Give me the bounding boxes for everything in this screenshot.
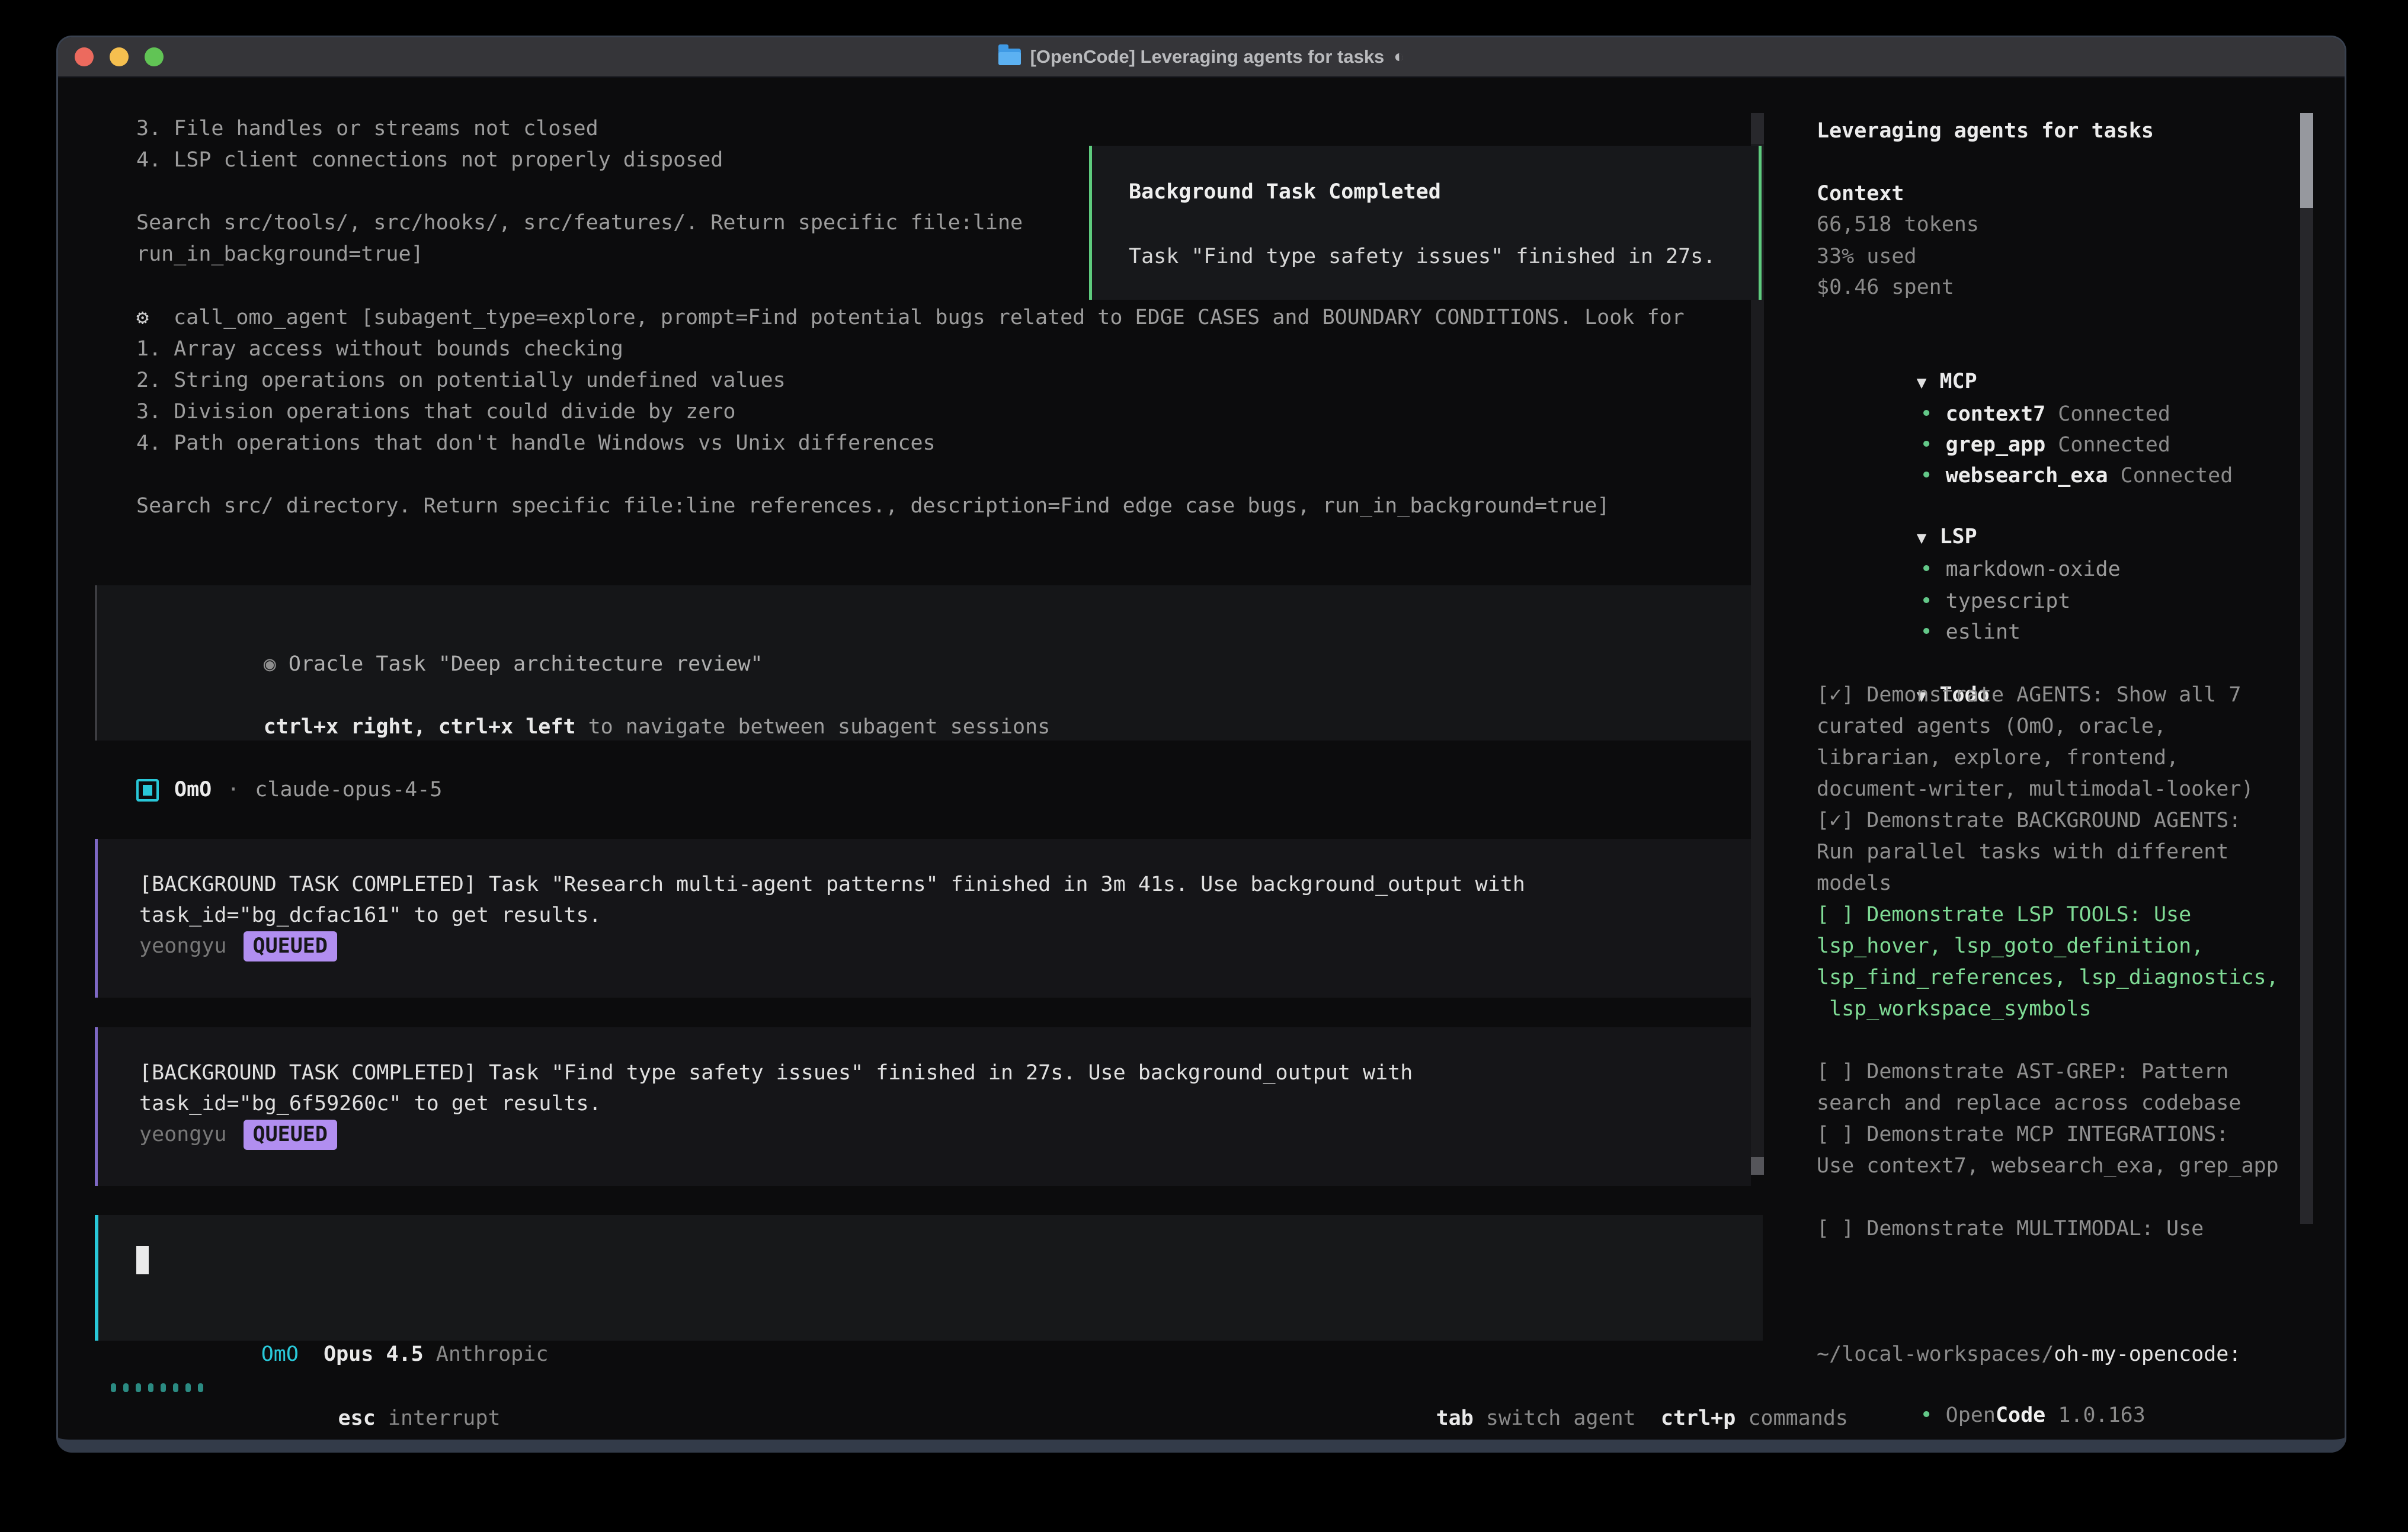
close-window-button[interactable] bbox=[75, 47, 94, 66]
chat-scrollbar-thumb-bottom[interactable] bbox=[1751, 1157, 1764, 1175]
statusbar-left: esc interrupt bbox=[238, 1371, 501, 1453]
half-circle-status-icon: ◐ bbox=[1394, 47, 1404, 67]
notification-toast[interactable]: Background Task Completed Task "Find typ… bbox=[1089, 146, 1762, 300]
window-title: [OpenCode] Leveraging agents for tasks ◐ bbox=[998, 46, 1405, 68]
working-spinner-dots bbox=[111, 1380, 203, 1395]
omo-agent-icon bbox=[136, 779, 159, 802]
context-tokens: 66,518 tokens bbox=[1817, 209, 1979, 241]
window-title-text: [OpenCode] Leveraging agents for tasks bbox=[1030, 46, 1385, 68]
input-model-name: Opus 4.5 bbox=[324, 1342, 424, 1366]
input-agent-name: OmO bbox=[261, 1342, 299, 1366]
todo-list: [✓] Demonstrate AGENTS: Show all 7curate… bbox=[1817, 680, 2279, 1245]
folder-icon bbox=[998, 49, 1021, 65]
todo-item: [ ] Demonstrate MULTIMODAL: Use bbox=[1817, 1213, 2279, 1245]
traffic-lights bbox=[75, 47, 164, 66]
tab-key-hint: tab bbox=[1436, 1406, 1474, 1430]
gear-icon: ⚙ bbox=[136, 302, 149, 334]
opencode-terminal-window: [OpenCode] Leveraging agents for tasks ◐… bbox=[56, 36, 2346, 1453]
todo-item: [ ] Demonstrate LSP TOOLS: Uselsp_hover,… bbox=[1817, 899, 2279, 1025]
toast-body: Task "Find type safety issues" finished … bbox=[1129, 241, 1715, 273]
agent-session-header: OmO · claude-opus-4-5 bbox=[136, 774, 442, 806]
context-heading: Context bbox=[1817, 178, 1904, 210]
target-icon: ◉ bbox=[264, 652, 289, 676]
maximize-window-button[interactable] bbox=[145, 47, 164, 66]
session-title: Leveraging agents for tasks bbox=[1817, 116, 2154, 147]
task2-line1: [BACKGROUND TASK COMPLETED] Task "Find t… bbox=[139, 1057, 1413, 1089]
agent-model: claude-opus-4-5 bbox=[255, 774, 442, 806]
task2-line2: task_id="bg_6f59260c" to get results. bbox=[139, 1088, 601, 1120]
sidebar-scrollbar[interactable] bbox=[2300, 113, 2313, 1224]
todo-item: [✓] Demonstrate AGENTS: Show all 7curate… bbox=[1817, 680, 2279, 805]
oracle-task-title: Oracle Task "Deep architecture review" bbox=[289, 652, 763, 676]
context-spent: $0.46 spent bbox=[1817, 272, 1954, 303]
session-sidebar: Leveraging agents for tasks Context 66,5… bbox=[1770, 79, 2346, 1440]
tab-key-label: switch agent bbox=[1474, 1406, 1636, 1430]
chat-pane: 3. File handles or streams not closed4. … bbox=[58, 79, 1770, 1440]
window-titlebar[interactable]: [OpenCode] Leveraging agents for tasks ◐ bbox=[58, 37, 2345, 78]
task1-line2: task_id="bg_dcfac161" to get results. bbox=[139, 900, 601, 931]
todo-item: [✓] Demonstrate BACKGROUND AGENTS:Run pa… bbox=[1817, 805, 2279, 899]
status-dot-icon: • bbox=[1920, 1403, 1933, 1427]
minimize-window-button[interactable] bbox=[110, 47, 129, 66]
todo-item: [ ] Demonstrate MCP INTEGRATIONS:Use con… bbox=[1817, 1119, 2279, 1182]
opencode-version: •OpenCode 1.0.163 bbox=[1820, 1368, 2146, 1453]
task2-user: yeongyu bbox=[139, 1119, 227, 1150]
esc-key-label: interrupt bbox=[376, 1406, 501, 1430]
agent-name: OmO bbox=[174, 774, 212, 806]
terminal-content: 3. File handles or streams not closed4. … bbox=[58, 79, 2345, 1440]
chat-scrollbar-thumb-top[interactable] bbox=[1751, 113, 1764, 144]
separator-dot: · bbox=[227, 774, 239, 806]
task1-line1: [BACKGROUND TASK COMPLETED] Task "Resear… bbox=[139, 869, 1525, 900]
input-provider-name: Anthropic bbox=[436, 1342, 549, 1366]
status-dot-icon: • bbox=[1920, 620, 1933, 644]
oracle-task-panel: ◉ Oracle Task "Deep architecture review"… bbox=[95, 585, 1751, 741]
scrollback-text-top: 3. File handles or streams not closed4. … bbox=[136, 113, 1023, 270]
sidebar-scrollbar-thumb[interactable] bbox=[2300, 113, 2313, 208]
ctrlp-key-hint: ctrl+p bbox=[1661, 1406, 1735, 1430]
task2-queued-badge: QUEUED bbox=[244, 1120, 337, 1150]
tool-call-line: call_omo_agent [subagent_type=explore, p… bbox=[174, 302, 1685, 334]
shortcut-hint: to navigate between subagent sessions bbox=[576, 715, 1051, 739]
esc-key-hint: esc bbox=[338, 1406, 376, 1430]
background-task-message-2: [BACKGROUND TASK COMPLETED] Task "Find t… bbox=[95, 1027, 1751, 1186]
shortcut-keys: ctrl+x right, ctrl+x left bbox=[264, 715, 576, 739]
task1-queued-badge: QUEUED bbox=[244, 931, 337, 961]
scrollback-text-bottom: 1. Array access without bounds checking2… bbox=[136, 334, 1609, 522]
task1-user: yeongyu bbox=[139, 931, 227, 962]
toast-title: Background Task Completed bbox=[1129, 177, 1441, 208]
background-task-message-1: [BACKGROUND TASK COMPLETED] Task "Resear… bbox=[95, 839, 1751, 998]
prompt-input[interactable]: OmO Opus 4.5 Anthropic bbox=[95, 1215, 1763, 1341]
text-cursor bbox=[136, 1246, 149, 1274]
status-dot-icon: • bbox=[1920, 464, 1933, 488]
context-used: 33% used bbox=[1817, 241, 1917, 273]
todo-item: [ ] Demonstrate AST-GREP: Patternsearch … bbox=[1817, 1056, 2279, 1119]
